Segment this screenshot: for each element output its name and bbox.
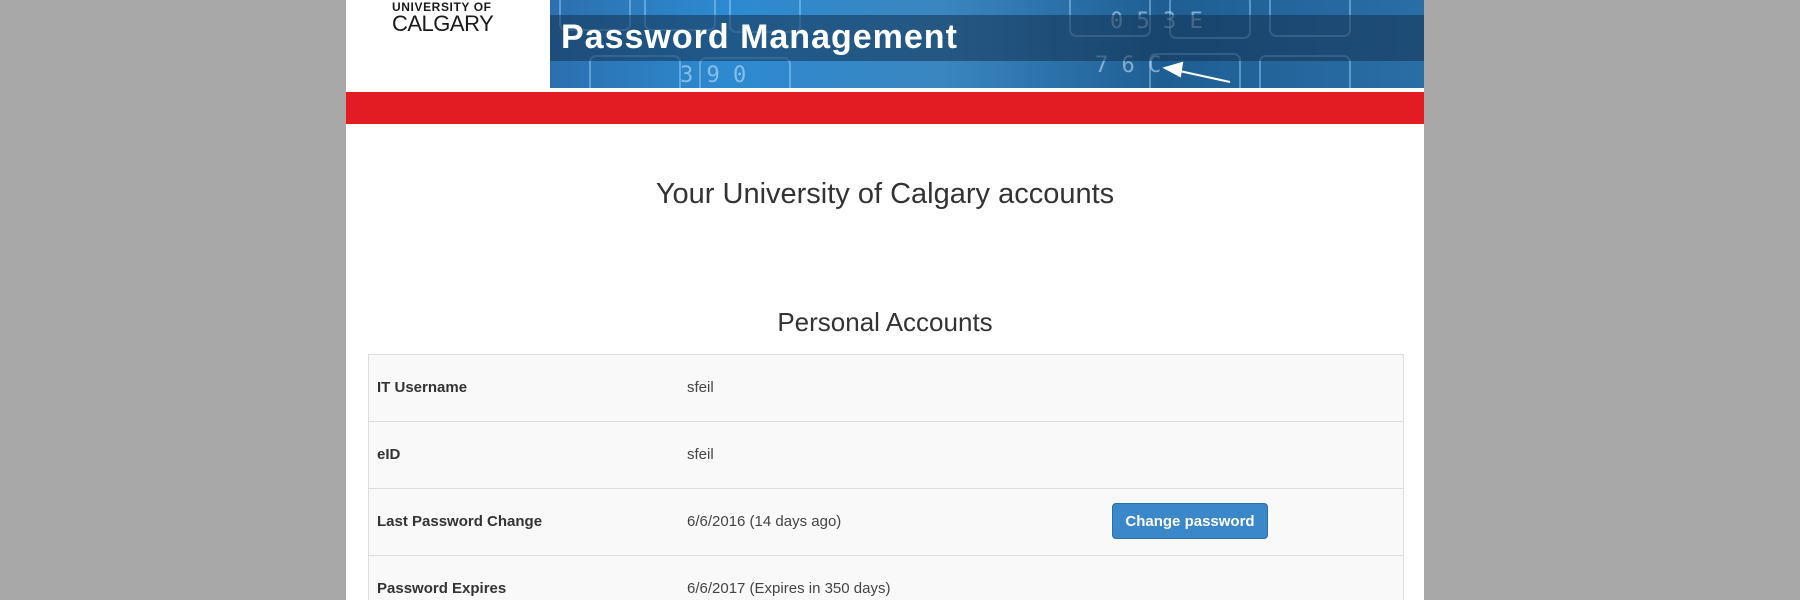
- row-value: 6/6/2017 (Expires in 350 days): [687, 580, 891, 597]
- table-row-it-username: IT Username sfeil: [369, 355, 1403, 421]
- banner-image: 0 5 3 E 3 9 0 7 6 C Password Management: [550, 0, 1424, 88]
- university-logo[interactable]: UNIVERSITY OF CALGARY: [392, 0, 504, 36]
- accounts-table: IT Username sfeil eID sfeil Last Passwor…: [368, 354, 1404, 600]
- table-row-password-expires: Password Expires 6/6/2017 (Expires in 35…: [369, 555, 1403, 600]
- header: UNIVERSITY OF CALGARY 0 5 3 E: [346, 0, 1424, 92]
- table-row-eid: eID sfeil: [369, 421, 1403, 488]
- row-label: Last Password Change: [377, 513, 543, 530]
- page-title: Your University of Calgary accounts: [655, 178, 1115, 210]
- svg-text:3 9 0: 3 9 0: [680, 63, 746, 88]
- row-label: Password Expires: [377, 580, 507, 597]
- change-password-button[interactable]: Change password: [1112, 503, 1268, 539]
- page-container: UNIVERSITY OF CALGARY 0 5 3 E: [346, 0, 1424, 600]
- row-value: sfeil: [687, 379, 714, 396]
- logo-line-2: CALGARY: [392, 11, 494, 36]
- row-value: 6/6/2016 (14 days ago): [687, 513, 842, 530]
- row-value: sfeil: [687, 446, 714, 463]
- row-label: eID: [377, 446, 401, 463]
- banner-title: Password Management: [561, 18, 958, 56]
- row-label: IT Username: [377, 379, 468, 396]
- red-accent-bar: [346, 92, 1424, 124]
- section-title-personal-accounts: Personal Accounts: [777, 307, 993, 337]
- table-row-last-password-change: Last Password Change 6/6/2016 (14 days a…: [369, 488, 1403, 555]
